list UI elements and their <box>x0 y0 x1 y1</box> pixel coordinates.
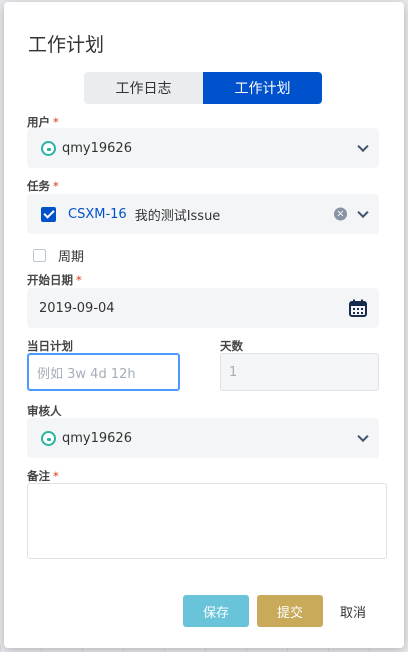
tab-work-plan[interactable]: 工作计划 <box>203 72 322 104</box>
daily-plan-input[interactable]: 例如 3w 4d 12h <box>27 353 180 391</box>
user-value: qmy19626 <box>62 140 132 156</box>
daily-plan-placeholder: 例如 3w 4d 12h <box>37 366 136 382</box>
periodic-checkbox[interactable]: 周期 <box>33 246 84 265</box>
user-select[interactable]: qmy19626 <box>27 128 379 168</box>
task-select[interactable]: CSXM-16 我的测试Issue × <box>27 194 379 234</box>
clear-icon[interactable]: × <box>334 207 347 221</box>
periodic-label: 周期 <box>58 250 85 265</box>
tab-work-log[interactable]: 工作日志 <box>84 72 203 104</box>
reviewer-label: 审核人 <box>27 404 62 418</box>
start-date-label: 开始日期 * <box>27 273 82 287</box>
chevron-down-icon[interactable] <box>357 140 369 153</box>
reviewer-select[interactable]: qmy19626 <box>27 418 379 458</box>
checkbox-icon[interactable] <box>33 249 46 262</box>
save-button[interactable]: 保存 <box>183 595 249 627</box>
task-name: 我的测试Issue <box>134 208 221 224</box>
calendar-icon[interactable] <box>349 299 367 317</box>
chevron-down-icon[interactable] <box>357 206 369 219</box>
chevron-down-icon[interactable] <box>357 430 369 443</box>
start-date-value: 2019-09-04 <box>39 300 115 316</box>
user-avatar-icon <box>41 140 56 156</box>
reviewer-avatar-icon <box>41 430 56 446</box>
start-date-picker[interactable]: 2019-09-04 <box>27 288 379 328</box>
mode-switch: 工作日志 工作计划 <box>84 72 322 104</box>
note-textarea[interactable] <box>27 483 387 559</box>
task-key[interactable]: CSXM-16 <box>68 207 127 222</box>
task-checkbox-icon[interactable] <box>41 206 56 222</box>
days-input: 1 <box>220 353 379 391</box>
task-label: 任务 * <box>27 179 59 193</box>
work-plan-dialog: 工作计划 工作日志 工作计划 用户 * qmy19626 任务 * CSXM-16 … <box>4 2 404 648</box>
cancel-button[interactable]: 取消 <box>329 595 377 627</box>
note-label: 备注 * <box>27 469 59 483</box>
submit-button[interactable]: 提交 <box>257 595 323 627</box>
dialog-title: 工作计划 <box>28 34 105 56</box>
days-label: 天数 <box>220 339 243 353</box>
reviewer-value: qmy19626 <box>62 430 132 446</box>
daily-plan-label: 当日计划 <box>27 339 73 353</box>
days-value: 1 <box>229 364 238 380</box>
